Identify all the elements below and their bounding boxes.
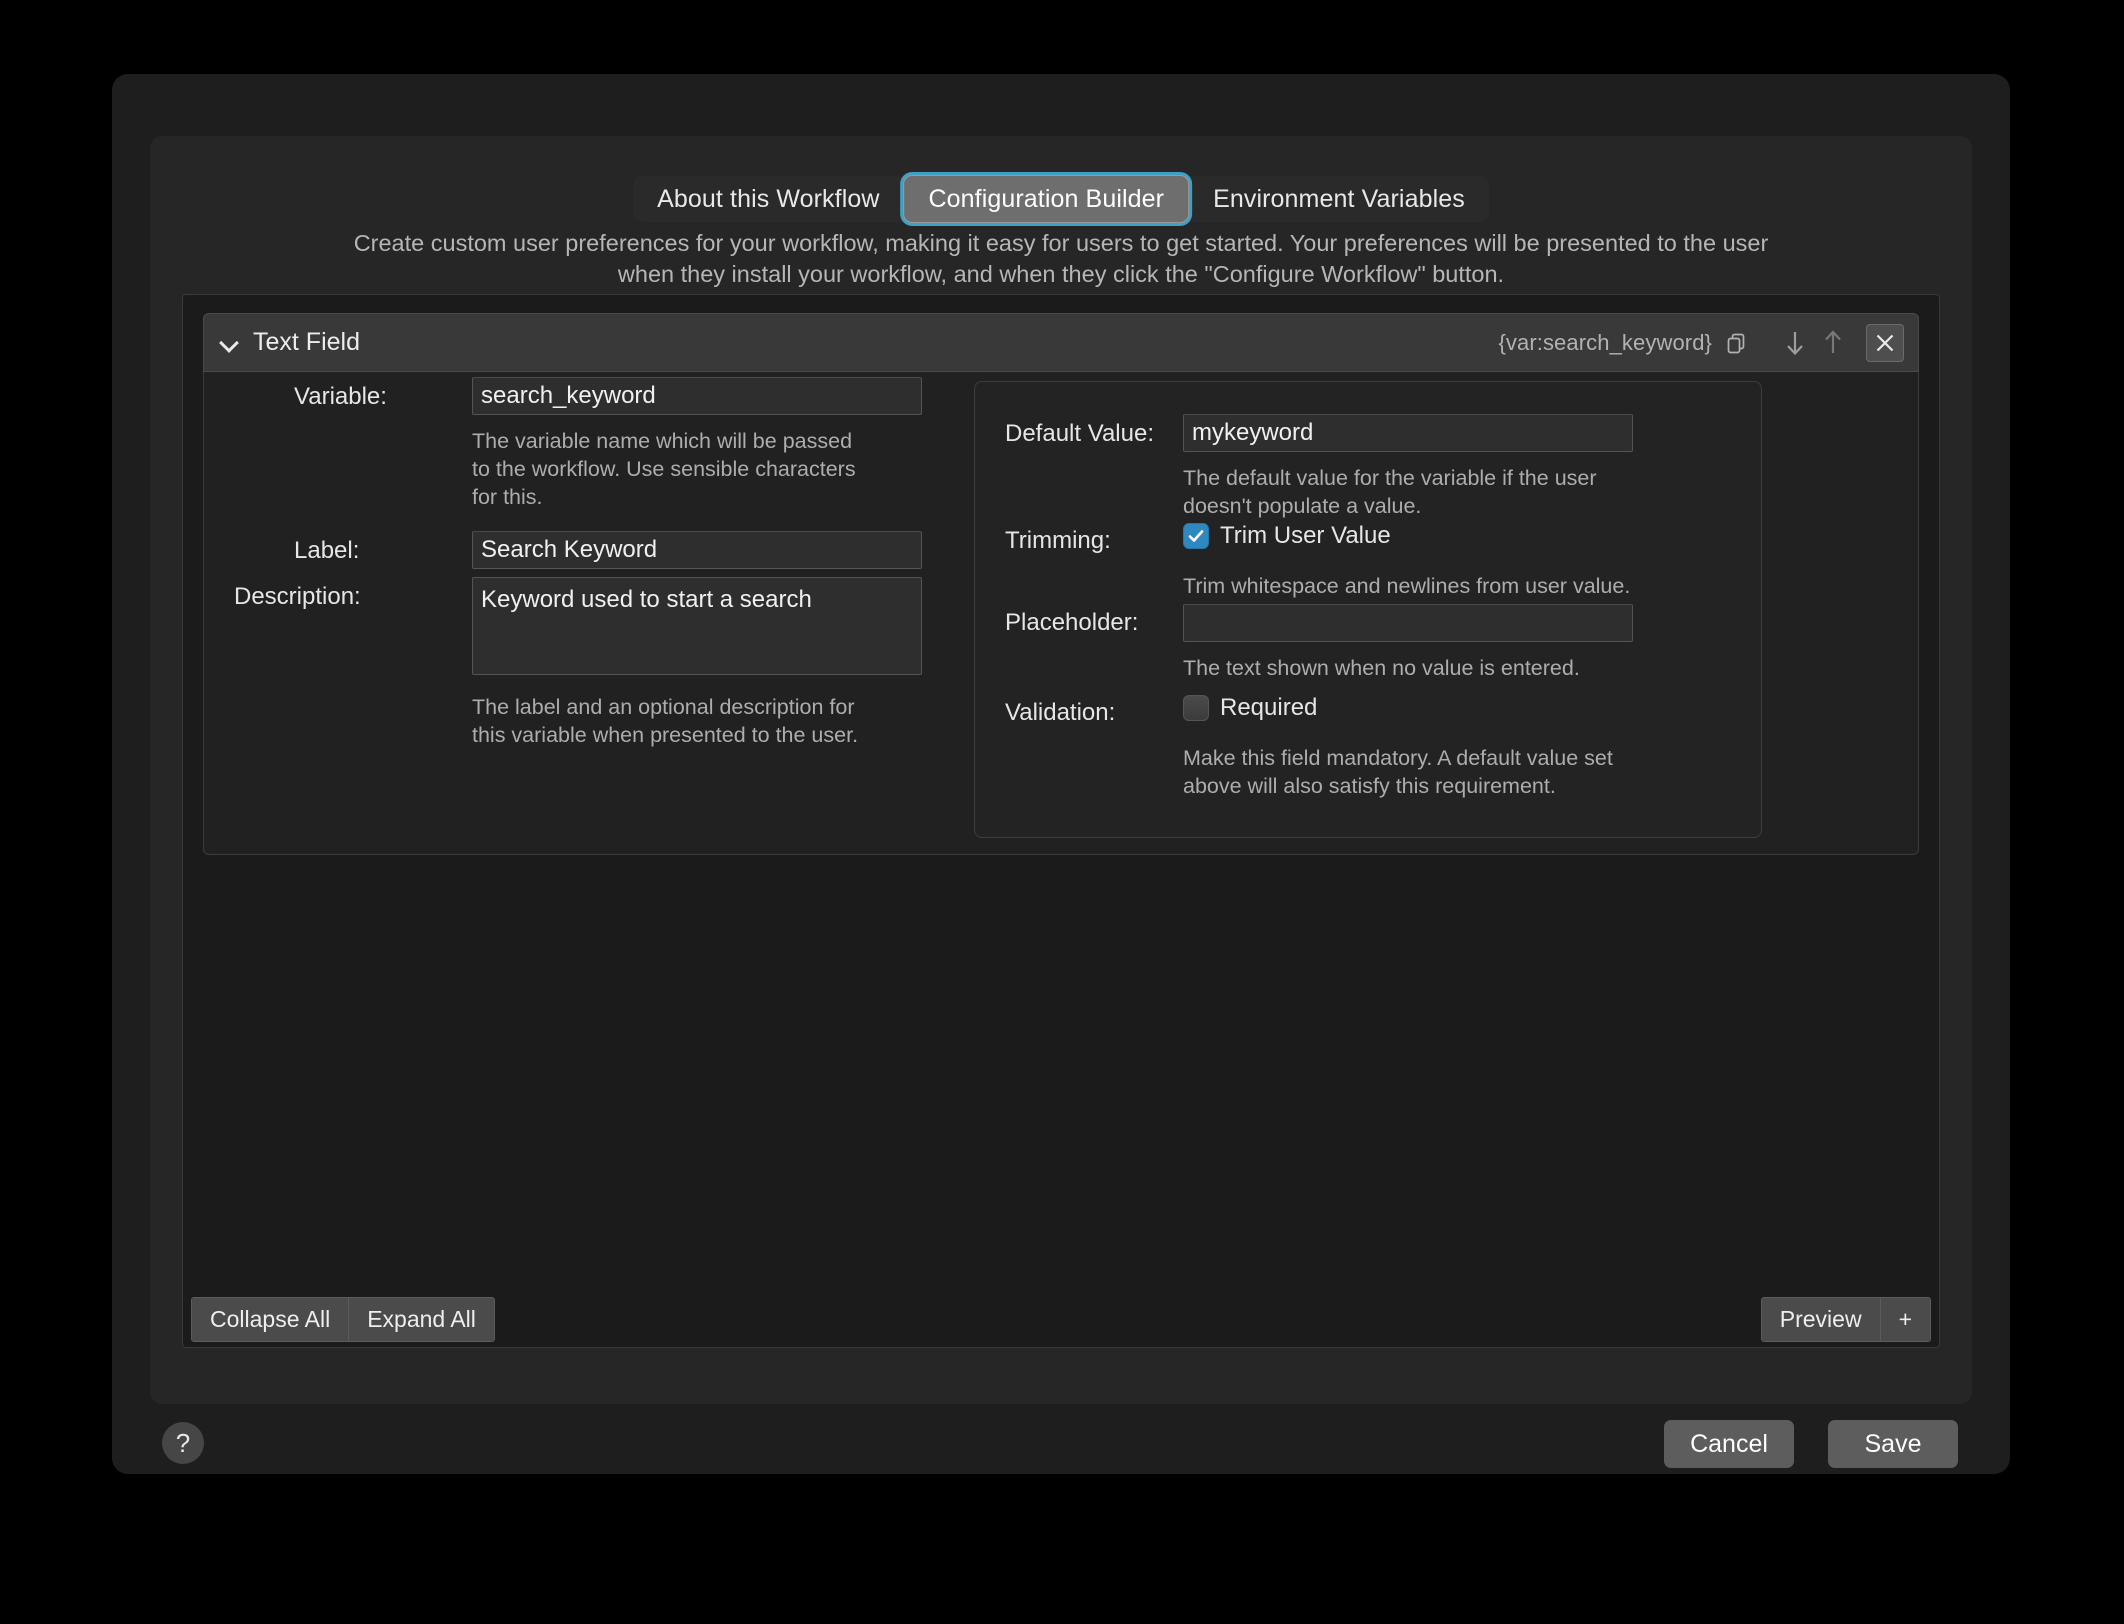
required-checkbox[interactable] [1183,695,1209,721]
trimming-label: Trimming: [1005,527,1165,555]
trimming-hint: Trim whitespace and newlines from user v… [1183,572,1633,600]
default-value-hint: The default value for the variable if th… [1183,464,1603,520]
placeholder-hint: The text shown when no value is entered. [1183,654,1603,682]
collapse-expand-segmented-control: Collapse All Expand All [191,1297,495,1342]
description-hint: The label and an optional description fo… [472,693,872,749]
description-label: Description: [234,583,454,611]
text-field-options-panel: Default Value: mykeyword The default val… [974,381,1762,838]
copy-icon[interactable] [1720,326,1754,360]
move-up-arrow-icon[interactable] [1816,326,1850,360]
tab-bar: About this Workflow Configuration Builde… [633,176,1489,222]
trim-user-value-label: Trim User Value [1220,522,1391,550]
save-button[interactable]: Save [1828,1420,1958,1468]
label-input[interactable]: Search Keyword [472,531,922,569]
validation-hint: Make this field mandatory. A default val… [1183,744,1613,800]
preview-button[interactable]: Preview [1762,1298,1881,1341]
chevron-down-icon[interactable] [219,332,241,354]
description-textarea[interactable]: Keyword used to start a search [472,577,922,675]
default-value-input[interactable]: mykeyword [1183,414,1633,452]
tab-configuration-builder[interactable]: Configuration Builder [904,175,1190,223]
preview-add-segmented-control: Preview + [1761,1297,1931,1342]
field-header-actions: {var:search_keyword} [1498,324,1918,362]
dialog-footer: ? Cancel Save [150,1404,1972,1474]
tab-environment-variables[interactable]: Environment Variables [1189,176,1489,222]
trim-user-value-checkbox[interactable] [1183,523,1209,549]
label-label: Label: [294,537,454,565]
variable-label: Variable: [294,383,454,411]
variable-input[interactable]: search_keyword [472,377,922,415]
expand-all-button[interactable]: Expand All [349,1298,494,1341]
close-field-button[interactable] [1866,324,1904,362]
workflow-configuration-window: About this Workflow Configuration Builde… [112,74,2010,1474]
placeholder-label: Placeholder: [1005,609,1165,637]
trim-user-value-checkbox-row[interactable]: Trim User Value [1183,522,1391,550]
add-field-button[interactable]: + [1881,1298,1930,1341]
move-down-arrow-icon[interactable] [1778,326,1812,360]
default-value-label: Default Value: [1005,420,1165,448]
intro-description: Create custom user preferences for your … [150,228,1972,290]
collapse-all-button[interactable]: Collapse All [192,1298,349,1341]
configuration-builder-list: Text Field {var:search_keyword} [182,294,1940,1348]
cancel-button[interactable]: Cancel [1664,1420,1794,1468]
field-type-title: Text Field [253,328,360,357]
builder-toolbar: Collapse All Expand All Preview + [183,1292,1939,1347]
text-field-body: Variable: search_keyword The variable na… [204,373,1918,854]
variable-hint: The variable name which will be passed t… [472,427,872,511]
tab-about-this-workflow[interactable]: About this Workflow [633,176,903,222]
text-field-block: Text Field {var:search_keyword} [203,313,1919,855]
text-field-header[interactable]: Text Field {var:search_keyword} [203,313,1919,372]
required-checkbox-row[interactable]: Required [1183,694,1317,722]
required-label: Required [1220,694,1317,722]
placeholder-input[interactable] [1183,604,1633,642]
variable-token: {var:search_keyword} [1498,330,1712,356]
validation-label: Validation: [1005,699,1165,727]
help-button[interactable]: ? [162,1422,204,1464]
content-card: About this Workflow Configuration Builde… [150,136,1972,1404]
